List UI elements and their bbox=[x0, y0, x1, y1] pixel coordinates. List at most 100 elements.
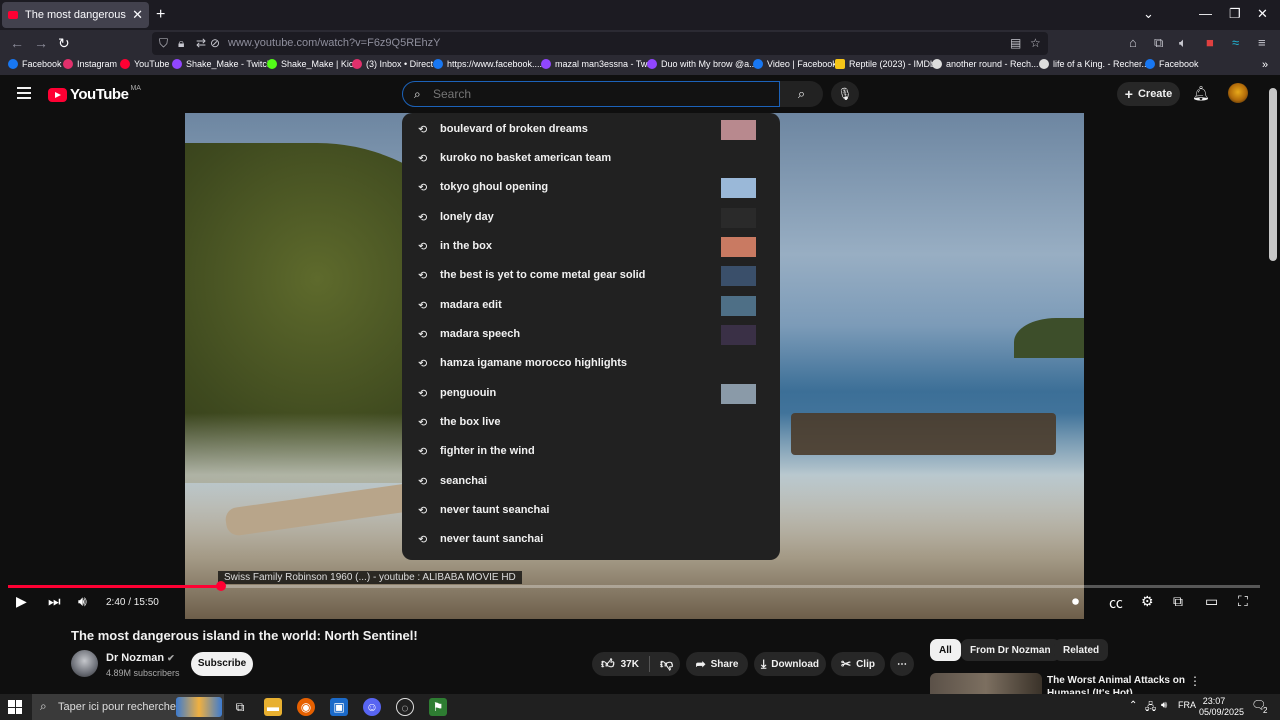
bookmark-item[interactable]: Facebook bbox=[1145, 59, 1199, 69]
back-icon[interactable]: ← bbox=[10, 35, 24, 51]
bookmark-item[interactable]: YouTube bbox=[120, 59, 169, 69]
suggestion-item[interactable]: ⟲ the best is yet to come metal gear soli… bbox=[402, 261, 780, 290]
bookmark-item[interactable]: Facebook bbox=[8, 59, 62, 69]
taskbar-search[interactable]: ⌕ Taper ici pour rechercher bbox=[32, 694, 224, 720]
file-explorer-icon[interactable]: ▬ bbox=[264, 698, 282, 716]
suggestion-item[interactable]: ⟲ kuroko no basket american team bbox=[402, 144, 780, 173]
play-icon[interactable]: ▶ bbox=[16, 593, 27, 610]
search-input[interactable] bbox=[433, 85, 753, 103]
audio-icon[interactable]: 🔈︎ bbox=[1179, 35, 1187, 51]
extensions-icon[interactable]: ⧉ bbox=[1154, 35, 1163, 51]
related-video-thumbnail[interactable] bbox=[930, 673, 1042, 695]
more-actions-icon[interactable]: ⋯ bbox=[890, 652, 914, 676]
settings-gear-icon[interactable]: ⚙ bbox=[1141, 593, 1154, 610]
volume-icon[interactable]: 🔊︎ bbox=[78, 593, 87, 610]
like-button[interactable]: 👍︎ 37K bbox=[601, 656, 639, 672]
channel-name[interactable]: Dr Nozman ✔ bbox=[106, 652, 175, 664]
autoplay-toggle[interactable]: ⏺︎ bbox=[1072, 593, 1079, 610]
addon-2-icon[interactable]: ≈ bbox=[1232, 35, 1239, 50]
home-icon[interactable]: ⌂ bbox=[1129, 35, 1137, 50]
suggestion-item[interactable]: ⟲ the box live bbox=[402, 408, 780, 437]
suggestion-item[interactable]: ⟲ fighter in the wind bbox=[402, 437, 780, 466]
suggestion-item[interactable]: ⟲ seanchai bbox=[402, 467, 780, 496]
chip-from-channel[interactable]: From Dr Nozman bbox=[961, 639, 1060, 661]
autoplay-blocked-icon[interactable]: ⊘ bbox=[210, 36, 220, 50]
share-button[interactable]: ➦ Share bbox=[686, 652, 748, 676]
language-indicator[interactable]: FRA bbox=[1178, 700, 1196, 710]
discord-icon[interactable]: ☺ bbox=[363, 698, 381, 716]
theater-mode-icon[interactable]: ▭ bbox=[1205, 593, 1218, 610]
suggestion-item[interactable]: ⟲ in the box bbox=[402, 232, 780, 261]
suggestion-item[interactable]: ⟲ tokyo ghoul opening bbox=[402, 173, 780, 202]
suggestion-item[interactable]: ⟲ madara speech bbox=[402, 320, 780, 349]
suggestion-item[interactable]: ⟲ madara edit bbox=[402, 291, 780, 320]
dislike-button[interactable]: 👎︎ bbox=[660, 656, 673, 672]
create-button[interactable]: + Create bbox=[1117, 82, 1180, 106]
search-box[interactable]: ⌕ bbox=[402, 81, 780, 107]
forward-icon[interactable]: → bbox=[34, 35, 48, 51]
suggestion-item[interactable]: ⟲ boulevard of broken dreams bbox=[402, 115, 780, 144]
tray-chevron-icon[interactable]: ⌃ bbox=[1129, 700, 1137, 711]
restore-icon[interactable]: ❐ bbox=[1229, 6, 1241, 22]
subtitles-icon[interactable]: ㏄ bbox=[1109, 593, 1123, 613]
page-scrollbar[interactable] bbox=[1269, 88, 1277, 261]
shield-icon[interactable]: ⛉ bbox=[159, 36, 168, 51]
new-tab-button[interactable]: + bbox=[156, 6, 165, 24]
bookmark-item[interactable]: mazal man3essna - Tw... bbox=[541, 59, 654, 69]
bookmark-item[interactable]: Reptile (2023) - IMDb bbox=[835, 59, 935, 69]
clock[interactable]: 23:07 05/09/2025 bbox=[1199, 696, 1244, 718]
suggestion-item[interactable]: ⟲ lonely day bbox=[402, 203, 780, 232]
bookmark-item[interactable]: (3) Inbox • Direct bbox=[352, 59, 433, 69]
task-view-icon[interactable]: ⧉ bbox=[231, 698, 249, 716]
menu-icon[interactable]: ≡ bbox=[1258, 35, 1266, 50]
address-bar[interactable]: ⛉ 🔒︎ ⇄ ⊘ www.youtube.com/watch?v=F6z9Q5R… bbox=[152, 32, 1048, 55]
speaker-icon[interactable]: 🔊︎ bbox=[1161, 700, 1167, 711]
download-button[interactable]: ⤓ Download bbox=[754, 652, 826, 676]
addon-icon[interactable]: ■ bbox=[1206, 35, 1214, 50]
voice-search-button[interactable]: 🎙︎ bbox=[831, 81, 859, 107]
suggestion-item[interactable]: ⟲ never taunt sanchai bbox=[402, 525, 780, 554]
windows-start-icon[interactable] bbox=[8, 700, 22, 714]
browser-tab[interactable]: The most dangerous island in th ✕ bbox=[2, 2, 149, 28]
tab-close-icon[interactable]: ✕ bbox=[132, 7, 143, 23]
bookmark-item[interactable]: https://www.facebook.... bbox=[433, 59, 542, 69]
lock-icon[interactable]: 🔒︎ bbox=[178, 36, 184, 51]
firefox-icon[interactable]: ◉ bbox=[297, 698, 315, 716]
tab-list-icon[interactable]: ⌄ bbox=[1143, 6, 1154, 22]
chip-all[interactable]: All bbox=[930, 639, 961, 661]
progress-scrubber[interactable] bbox=[216, 581, 226, 591]
channel-avatar[interactable] bbox=[71, 650, 98, 677]
network-icon[interactable]: 🖧︎ bbox=[1145, 700, 1156, 717]
store-icon[interactable]: ▣ bbox=[330, 698, 348, 716]
chip-related[interactable]: Related bbox=[1054, 639, 1109, 661]
guide-menu-icon[interactable] bbox=[17, 87, 31, 102]
bookmark-item[interactable]: Duo with My brow @a... bbox=[647, 59, 757, 69]
search-button[interactable]: ⌕ bbox=[780, 81, 823, 107]
next-icon[interactable]: ⏭︎ bbox=[48, 593, 61, 610]
youtube-logo[interactable]: YouTube MA bbox=[48, 85, 141, 103]
minimize-icon[interactable]: — bbox=[1199, 6, 1212, 21]
window-close-icon[interactable]: ✕ bbox=[1257, 6, 1268, 22]
subscribe-button[interactable]: Subscribe bbox=[191, 652, 253, 676]
bookmark-item[interactable]: Shake_Make | Kick bbox=[267, 59, 358, 69]
related-video-title[interactable]: The Worst Animal Attacks on Humans! (It'… bbox=[1047, 674, 1187, 694]
reload-icon[interactable]: ↻ bbox=[58, 35, 70, 52]
suggestion-item[interactable]: ⟲ never taunt seanchai bbox=[402, 496, 780, 525]
bookmark-item[interactable]: Shake_Make - Twitch bbox=[172, 59, 272, 69]
bookmarks-overflow-icon[interactable]: » bbox=[1262, 59, 1268, 71]
reader-view-icon[interactable]: ▤ bbox=[1010, 36, 1021, 50]
app-icon[interactable]: ◌ bbox=[396, 698, 414, 716]
miniplayer-icon[interactable]: ⧉ bbox=[1173, 593, 1183, 610]
bookmark-item[interactable]: another round - Rech... bbox=[932, 59, 1039, 69]
account-avatar[interactable] bbox=[1228, 83, 1248, 103]
app-2-icon[interactable]: ⚑ bbox=[429, 698, 447, 716]
related-more-icon[interactable]: ⋮ bbox=[1189, 674, 1201, 688]
bookmark-item[interactable]: life of a King. - Recher... bbox=[1039, 59, 1149, 69]
permissions-icon[interactable]: ⇄ bbox=[196, 36, 206, 50]
suggestion-item[interactable]: ⟲ hamza igamane morocco highlights bbox=[402, 349, 780, 378]
fullscreen-icon[interactable]: ⛶ bbox=[1238, 593, 1248, 610]
url-text[interactable]: www.youtube.com/watch?v=F6z9Q5REhzY bbox=[228, 37, 440, 49]
bookmark-item[interactable]: Video | Facebook bbox=[753, 59, 837, 69]
bookmark-star-icon[interactable]: ☆ bbox=[1030, 36, 1041, 50]
bookmark-item[interactable]: Instagram bbox=[63, 59, 117, 69]
